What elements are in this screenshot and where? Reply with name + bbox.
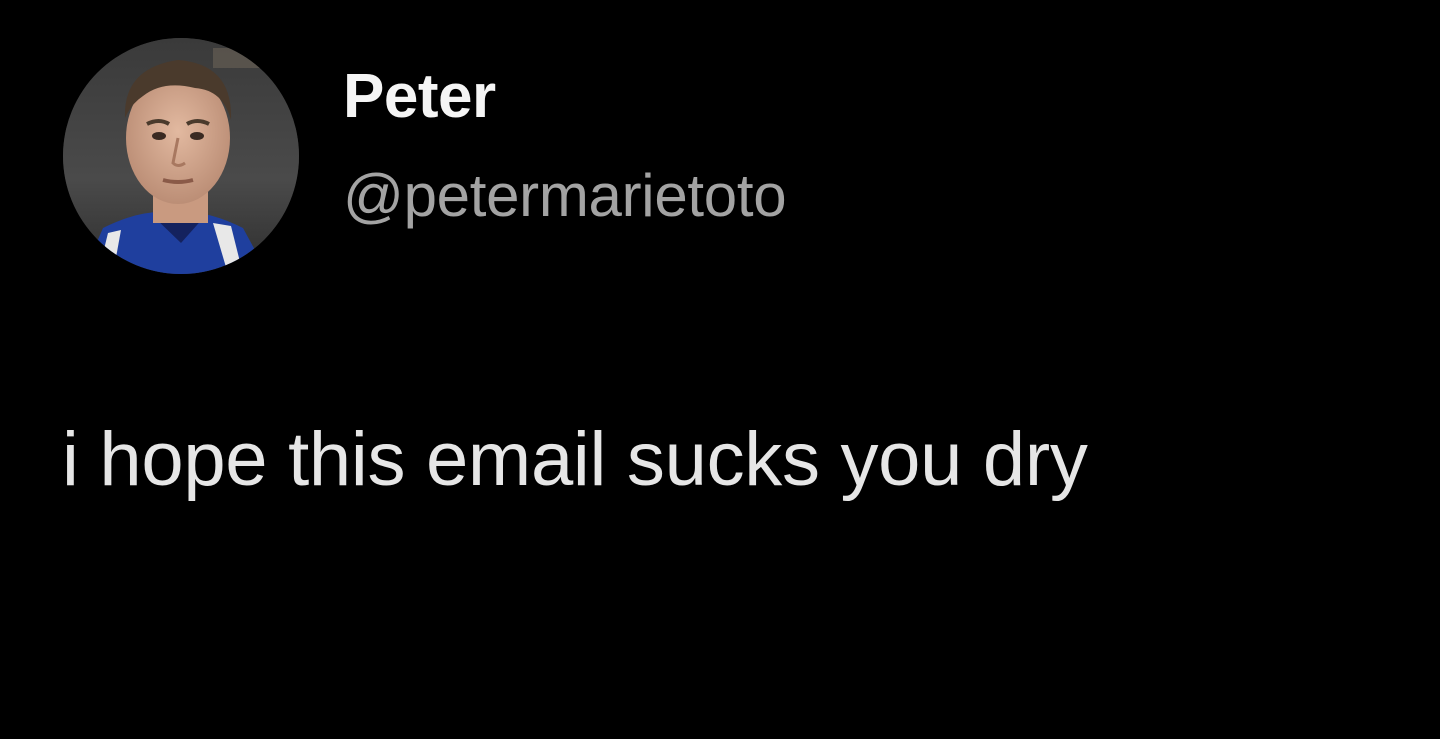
author-display-name[interactable]: Peter xyxy=(343,66,496,128)
avatar[interactable] xyxy=(63,38,299,274)
tweet-text: i hope this email sucks you dry xyxy=(62,417,1088,502)
avatar-photo xyxy=(63,38,299,274)
tweet-card: Peter @petermarietoto i hope this email … xyxy=(0,0,1440,739)
author-handle[interactable]: @petermarietoto xyxy=(343,166,787,226)
